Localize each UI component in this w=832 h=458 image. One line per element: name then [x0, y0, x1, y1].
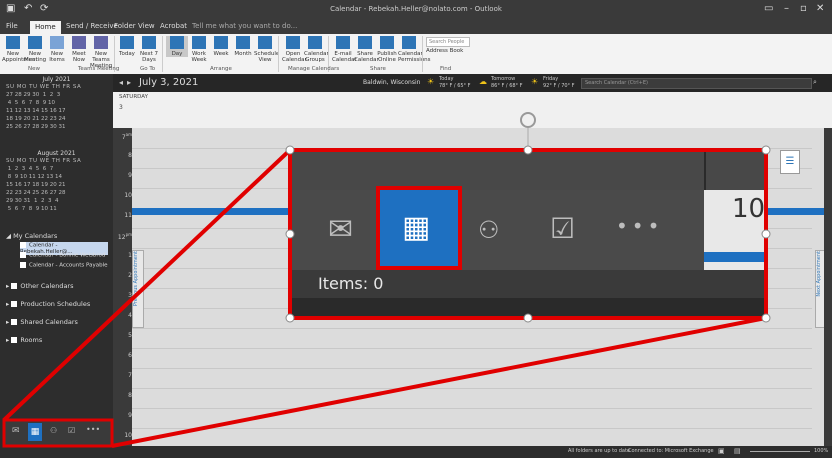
resize-handle[interactable]	[285, 145, 295, 155]
resize-handle[interactable]	[285, 313, 295, 323]
resize-handle[interactable]	[761, 145, 771, 155]
zoom-frame-border	[288, 148, 768, 320]
zoom-frame	[285, 112, 771, 323]
resize-handle[interactable]	[761, 313, 771, 323]
resize-handle[interactable]	[761, 229, 771, 239]
resize-handle[interactable]	[523, 313, 533, 323]
rotate-handle-icon[interactable]	[520, 112, 536, 128]
calendar-highlight-box	[376, 186, 462, 270]
layout-options-icon[interactable]: ☰	[780, 150, 800, 174]
resize-handle[interactable]	[523, 145, 533, 155]
resize-handle[interactable]	[285, 229, 295, 239]
